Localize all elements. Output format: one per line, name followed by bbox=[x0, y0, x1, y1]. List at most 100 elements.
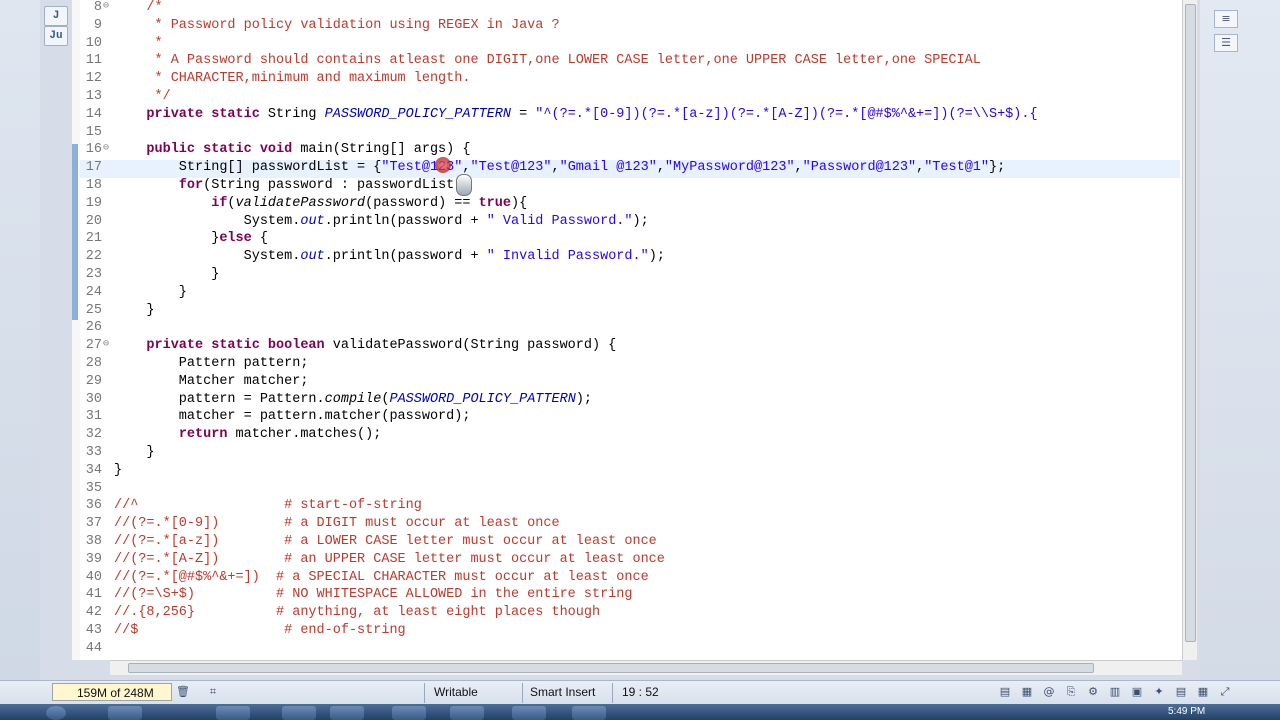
code-line[interactable]: 43 //$ # end-of-string bbox=[80, 623, 1180, 641]
code-text[interactable]: System.out.println(password + " Invalid … bbox=[114, 249, 665, 264]
code-text[interactable]: //(?=.*[@#$%^&+=]) # a SPECIAL CHARACTER… bbox=[114, 570, 649, 585]
code-lines[interactable]: 8 ⊖ /* 9 * Password policy validation usin… bbox=[80, 0, 1180, 660]
code-line[interactable]: 27 ⊖ private static boolean validatePassw… bbox=[80, 338, 1180, 356]
code-line[interactable]: 13 */ bbox=[80, 89, 1180, 107]
code-text[interactable]: //(?=.*[a-z]) # a LOWER CASE letter must… bbox=[114, 534, 657, 549]
code-line[interactable]: 29 Matcher matcher; bbox=[80, 374, 1180, 392]
search-view-icon[interactable]: ⚙ bbox=[1086, 685, 1100, 699]
code-line[interactable]: 35 bbox=[80, 481, 1180, 499]
code-text[interactable]: pattern = Pattern.compile(PASSWORD_POLIC… bbox=[114, 392, 592, 407]
code-line[interactable]: 44 bbox=[80, 641, 1180, 659]
code-text[interactable]: //$ # end-of-string bbox=[114, 623, 406, 638]
code-text[interactable]: } bbox=[114, 267, 219, 282]
code-text[interactable]: System.out.println(password + " Valid Pa… bbox=[114, 214, 649, 229]
code-line[interactable]: 36 //^ # start-of-string bbox=[80, 498, 1180, 516]
code-text[interactable]: * Password policy validation using REGEX… bbox=[114, 18, 560, 33]
code-line[interactable]: 34} bbox=[80, 463, 1180, 481]
start-button[interactable] bbox=[46, 706, 66, 720]
servers-icon[interactable]: ▣ bbox=[1130, 685, 1144, 699]
code-line[interactable]: 20 System.out.println(password + " Valid… bbox=[80, 214, 1180, 232]
code-text[interactable]: * CHARACTER,minimum and maximum length. bbox=[114, 71, 471, 86]
code-text[interactable]: * A Password should contains atleast one… bbox=[114, 53, 981, 68]
code-line[interactable]: 26 bbox=[80, 320, 1180, 338]
task-list-icon[interactable]: ☰ bbox=[1214, 34, 1238, 52]
code-line[interactable]: 16 ⊖ public static void main(String[] arg… bbox=[80, 142, 1180, 160]
link-icon[interactable]: ⤢ bbox=[1218, 685, 1232, 699]
code-text[interactable]: String[] passwordList = {"Test@123","Tes… bbox=[114, 160, 1005, 175]
code-line[interactable]: 39 //(?=.*[A-Z]) # an UPPER CASE letter m… bbox=[80, 552, 1180, 570]
code-text[interactable]: } bbox=[114, 445, 154, 460]
history-icon[interactable]: ▤ bbox=[1174, 685, 1188, 699]
code-line[interactable]: 19 if(validatePassword(password) == true… bbox=[80, 196, 1180, 214]
code-line[interactable]: 31 matcher = pattern.matcher(password); bbox=[80, 409, 1180, 427]
code-text[interactable]: return matcher.matches(); bbox=[114, 427, 382, 442]
code-text[interactable]: private static String PASSWORD_POLICY_PA… bbox=[114, 107, 1037, 122]
code-text[interactable]: /* bbox=[114, 0, 162, 15]
code-line[interactable]: 28 Pattern pattern; bbox=[80, 356, 1180, 374]
taskbar-app-button[interactable] bbox=[108, 706, 142, 720]
code-text[interactable]: for(String password : passwordList){ bbox=[114, 178, 471, 193]
outline-view-icon[interactable]: ≡ bbox=[1214, 10, 1238, 28]
code-line[interactable]: 25 } bbox=[80, 303, 1180, 321]
code-line[interactable]: 17 String[] passwordList = {"Test@123","… bbox=[80, 160, 1180, 179]
code-text[interactable]: Matcher matcher; bbox=[114, 374, 309, 389]
javadoc-icon[interactable]: @ bbox=[1042, 685, 1056, 699]
code-text[interactable]: Pattern pattern; bbox=[114, 356, 309, 371]
taskbar-app-button[interactable] bbox=[450, 706, 484, 720]
fold-toggle-icon[interactable]: ⊖ bbox=[103, 0, 109, 12]
taskbar-app-button[interactable] bbox=[216, 706, 250, 720]
horizontal-scroll-thumb[interactable] bbox=[128, 663, 1094, 673]
vertical-scrollbar[interactable] bbox=[1182, 0, 1197, 660]
junit-view-icon[interactable]: Ju bbox=[44, 26, 68, 46]
code-line[interactable]: 8 ⊖ /* bbox=[80, 0, 1180, 18]
code-text[interactable]: } bbox=[114, 285, 187, 300]
fold-toggle-icon[interactable]: ⊖ bbox=[103, 142, 109, 154]
code-text[interactable]: if(validatePassword(password) == true){ bbox=[114, 196, 527, 211]
java-perspective-icon[interactable]: J bbox=[44, 6, 68, 26]
tasks-icon[interactable]: ✦ bbox=[1152, 685, 1166, 699]
taskbar-app-button[interactable] bbox=[392, 706, 426, 720]
bookmarks-icon[interactable]: ▦ bbox=[1196, 685, 1210, 699]
code-line[interactable]: 41 //(?=\S+$) # NO WHITESPACE ALLOWED in … bbox=[80, 587, 1180, 605]
code-line[interactable]: 15 bbox=[80, 125, 1180, 143]
code-line[interactable]: 11 * A Password should contains atleast … bbox=[80, 53, 1180, 71]
taskbar-app-button[interactable] bbox=[330, 706, 364, 720]
code-text[interactable]: //(?=.*[A-Z]) # an UPPER CASE letter mus… bbox=[114, 552, 665, 567]
problems-icon[interactable]: ▦ bbox=[1020, 685, 1034, 699]
heap-status[interactable]: 159M of 248M bbox=[52, 683, 172, 701]
code-line[interactable]: 37 //(?=.*[0-9]) # a DIGIT must occur at … bbox=[80, 516, 1180, 534]
code-line[interactable]: 32 return matcher.matches(); bbox=[80, 427, 1180, 445]
progress-view-icon[interactable]: ▥ bbox=[1108, 685, 1122, 699]
code-line[interactable]: 42 //.{8,256} # anything, at least eight … bbox=[80, 605, 1180, 623]
code-line[interactable]: 24 } bbox=[80, 285, 1180, 303]
taskbar-app-button[interactable] bbox=[282, 706, 316, 720]
code-text[interactable]: //(?=\S+$) # NO WHITESPACE ALLOWED in th… bbox=[114, 587, 632, 602]
code-line[interactable]: 33 } bbox=[80, 445, 1180, 463]
code-text[interactable]: * bbox=[114, 36, 163, 51]
vertical-scroll-thumb[interactable] bbox=[1185, 4, 1196, 642]
code-text[interactable]: //^ # start-of-string bbox=[114, 498, 422, 513]
code-text[interactable]: private static boolean validatePassword(… bbox=[114, 338, 616, 353]
console-icon[interactable]: ▤ bbox=[998, 685, 1012, 699]
pin-icon[interactable]: ⌗ bbox=[206, 685, 220, 699]
code-text[interactable]: }else { bbox=[114, 231, 268, 246]
code-text[interactable]: //(?=.*[0-9]) # a DIGIT must occur at le… bbox=[114, 516, 560, 531]
horizontal-scrollbar[interactable] bbox=[110, 660, 1182, 675]
taskbar-app-button[interactable] bbox=[572, 706, 606, 720]
code-line[interactable]: 12 * CHARACTER,minimum and maximum lengt… bbox=[80, 71, 1180, 89]
fold-toggle-icon[interactable]: ⊖ bbox=[103, 338, 109, 350]
code-text[interactable]: */ bbox=[114, 89, 171, 104]
code-line[interactable]: 14 private static String PASSWORD_POLICY… bbox=[80, 107, 1180, 125]
code-text[interactable]: //.{8,256} # anything, at least eight pl… bbox=[114, 605, 600, 620]
garbage-collect-icon[interactable]: 🗑 bbox=[176, 685, 190, 699]
code-line[interactable]: 18 for(String password : passwordList){ bbox=[80, 178, 1180, 196]
declaration-icon[interactable]: ⎘ bbox=[1064, 685, 1078, 699]
code-line[interactable]: 38 //(?=.*[a-z]) # a LOWER CASE letter mu… bbox=[80, 534, 1180, 552]
code-line[interactable]: 40 //(?=.*[@#$%^&+=]) # a SPECIAL CHARACT… bbox=[80, 570, 1180, 588]
code-line[interactable]: 9 * Password policy validation using REG… bbox=[80, 18, 1180, 36]
code-text[interactable]: matcher = pattern.matcher(password); bbox=[114, 409, 471, 424]
code-line[interactable]: 22 System.out.println(password + " Inval… bbox=[80, 249, 1180, 267]
code-text[interactable]: public static void main(String[] args) { bbox=[114, 142, 470, 157]
code-line[interactable]: 30 pattern = Pattern.compile(PASSWORD_PO… bbox=[80, 392, 1180, 410]
code-text[interactable]: } bbox=[114, 303, 154, 318]
